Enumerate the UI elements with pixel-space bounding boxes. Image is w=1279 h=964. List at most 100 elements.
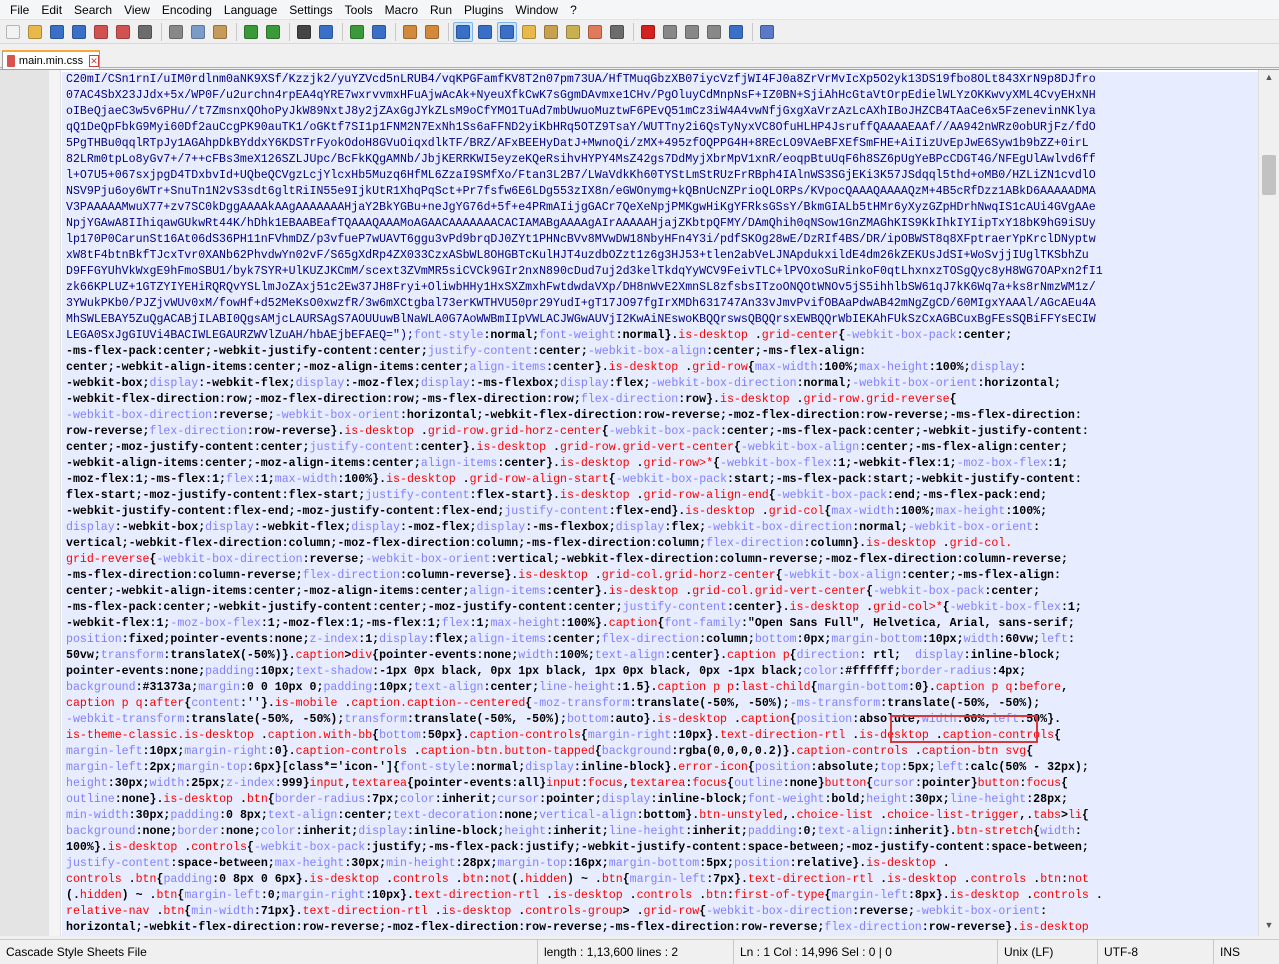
code-line: horizontal;-webkit-flex-direction:row-re…: [66, 921, 1089, 934]
redo-icon[interactable]: [263, 22, 283, 42]
code-line: caption p q:after{content:''}.is-mobile …: [66, 697, 1041, 710]
monitor-icon[interactable]: [607, 22, 627, 42]
menu-search[interactable]: Search: [68, 0, 118, 20]
scrollbar-thumb[interactable]: [1262, 155, 1276, 195]
close-icon[interactable]: [91, 22, 111, 42]
menu-window[interactable]: Window: [509, 0, 564, 20]
toolbar-separator: [448, 22, 449, 41]
cut-icon[interactable]: [166, 22, 186, 42]
open-file-icon[interactable]: [25, 22, 45, 42]
tab-bar: main.min.css ✕: [0, 48, 1279, 69]
tab-close-icon[interactable]: ✕: [89, 54, 99, 67]
code-line: xW8tF4btnBkfTJcxTvr0XANb62PhvdwYn02vF/S6…: [66, 249, 1089, 262]
code-line: -moz-flex:1;-ms-flex:1;flex:1;max-width:…: [66, 473, 1082, 486]
play-macro-icon[interactable]: [682, 22, 702, 42]
toolbar-separator: [395, 22, 396, 41]
code-line: row-reverse;flex-direction:row-reverse}.…: [66, 425, 1089, 438]
menu-plugins[interactable]: Plugins: [458, 0, 509, 20]
code-line: -webkit-flex-direction:row;-moz-flex-dir…: [66, 393, 957, 406]
toolbar-separator: [236, 22, 237, 41]
status-bar: Cascade Style Sheets File length : 1,13,…: [0, 939, 1279, 964]
lang-define-icon[interactable]: [519, 22, 539, 42]
show-all-chars-icon[interactable]: [475, 22, 495, 42]
menu-language[interactable]: Language: [218, 0, 283, 20]
code-line: V3PAAAAAMwuX77+zv7SC0kDggAAAAkAAgAAAAAAA…: [66, 201, 1096, 214]
fold-margin[interactable]: [49, 70, 61, 936]
new-file-icon[interactable]: [3, 22, 23, 42]
tab-main-min-css[interactable]: main.min.css ✕: [2, 50, 100, 69]
code-line: NSV9Pju6oy6WTr+SnuTn1N2vS3sdt6gltRiIN55e…: [66, 185, 1096, 198]
save-icon[interactable]: [47, 22, 67, 42]
undo-icon[interactable]: [241, 22, 261, 42]
function-list-icon[interactable]: [563, 22, 583, 42]
code-line: lp170P0CarunSt16At06dS36PH11nFVhmDZ/p3vf…: [66, 233, 1096, 246]
code-line: background:#31373a;margin:0 0 10px 0;pad…: [66, 681, 1069, 694]
code-line: grid-reverse{-webkit-box-direction:rever…: [66, 553, 1068, 566]
code-line: 5PgTHBu0qqlRTpJy1AGAhpDkBYddxY6KDSTrFyok…: [66, 137, 1089, 150]
menu-tools[interactable]: Tools: [339, 0, 379, 20]
code-line: height:30px;width:25px;z-index:999}input…: [66, 777, 1069, 790]
zoom-out-icon[interactable]: [369, 22, 389, 42]
code-line: zk66KPLUZ+1GTZYIYEHiRQRQvYSLlmJoZAxj51c2…: [66, 281, 1096, 294]
menu-run[interactable]: Run: [424, 0, 458, 20]
save-macro-icon[interactable]: [726, 22, 746, 42]
code-line: -webkit-justify-content:flex-end;-moz-ju…: [66, 505, 1048, 518]
doc-map-icon[interactable]: [541, 22, 561, 42]
code-line: pointer-events:none;padding:10px;text-sh…: [66, 665, 1027, 678]
code-line: outline:none}.is-desktop .btn{border-rad…: [66, 793, 1068, 806]
sync-horizontal-icon[interactable]: [422, 22, 442, 42]
indent-guide-icon[interactable]: [497, 21, 517, 42]
code-line: NpjYGAwA8IIhiqawGUkwRt44K/hDhk1EBAABEafT…: [66, 217, 1096, 230]
code-line: -webkit-transform:translate(-50%, -50%);…: [66, 713, 1062, 726]
stop-macro-icon[interactable]: [660, 22, 680, 42]
close-all-icon[interactable]: [113, 22, 133, 42]
code-line: qQ1DeQpFbkG9Myi60Df2auCcgPK90auTK1/oGKtf…: [66, 121, 1096, 134]
zoom-in-icon[interactable]: [347, 22, 367, 42]
sync-vertical-icon[interactable]: [400, 22, 420, 42]
find-icon[interactable]: [294, 22, 314, 42]
record-macro-icon[interactable]: [638, 22, 658, 42]
code-line: (.hidden) ~ .btn{margin-left:0;margin-ri…: [66, 889, 1103, 902]
menu-edit[interactable]: Edit: [35, 0, 68, 20]
code-line: background:none;border:none;color:inheri…: [66, 825, 1082, 838]
menu-settings[interactable]: Settings: [283, 0, 338, 20]
word-wrap-icon[interactable]: [453, 21, 473, 42]
scroll-down-icon[interactable]: ▼: [1262, 920, 1276, 934]
status-eol: Unix (LF): [998, 939, 1098, 964]
code-line: LEGA0SxJgGIUVi4BACIWLEGAURZWVlZuAH/hbAEj…: [66, 329, 1013, 342]
toolbar-separator: [342, 22, 343, 41]
menu-help[interactable]: ?: [564, 0, 583, 20]
menu-file[interactable]: File: [4, 0, 35, 20]
code-line: position:fixed;pointer-events:none;z-ind…: [66, 633, 1075, 646]
print-icon[interactable]: [135, 22, 155, 42]
code-line: 07AC4SbX23JJdx+5x/WP0F/u2urchn4rpEA4qYRE…: [66, 89, 1096, 102]
menu-encoding[interactable]: Encoding: [156, 0, 218, 20]
status-length: length : 1,13,600 lines : 2: [538, 939, 734, 964]
menu-view[interactable]: View: [118, 0, 156, 20]
highlight-annotation-box: [890, 715, 1038, 743]
menu-macro[interactable]: Macro: [379, 0, 424, 20]
toolbar-separator: [161, 22, 162, 41]
code-line: C20mI/CSn1rnI/uIM0rdlnm0aNK9XSf/Kzzjk2/y…: [66, 73, 1096, 86]
menu-bar: File Edit Search View Encoding Language Settin…: [0, 0, 1279, 20]
folder-workspace-icon[interactable]: [585, 22, 605, 42]
code-text[interactable]: C20mI/CSn1rnI/uIM0rdlnm0aNK9XSf/Kzzjk2/y…: [62, 72, 1258, 936]
editor-area[interactable]: C20mI/CSn1rnI/uIM0rdlnm0aNK9XSf/Kzzjk2/y…: [0, 69, 1279, 936]
run-macro-multiple-icon[interactable]: [704, 22, 724, 42]
scroll-up-icon[interactable]: ▲: [1262, 72, 1276, 86]
toolbar-separator: [289, 22, 290, 41]
code-line: 100%}.is-desktop .controls{-webkit-box-p…: [66, 841, 1089, 854]
spell-check-icon[interactable]: [757, 22, 777, 42]
code-line: controls .btn{padding:0 8px 0 6px}.is-de…: [66, 873, 1089, 886]
save-all-icon[interactable]: [69, 22, 89, 42]
status-position: Ln : 1 Col : 14,996 Sel : 0 | 0: [734, 939, 998, 964]
code-line: center;-webkit-align-items:center;-moz-a…: [66, 361, 1027, 374]
vertical-scrollbar[interactable]: ▲ ▼: [1258, 70, 1279, 936]
tab-label: main.min.css: [18, 54, 84, 67]
copy-icon[interactable]: [188, 22, 208, 42]
code-line: -webkit-box-direction:reverse;-webkit-bo…: [66, 409, 1082, 422]
replace-icon[interactable]: [316, 22, 336, 42]
status-insert-mode: INS: [1220, 944, 1241, 959]
paste-icon[interactable]: [210, 22, 230, 42]
code-line: margin-left:2px;margin-top:6px}[class*='…: [66, 761, 1089, 774]
